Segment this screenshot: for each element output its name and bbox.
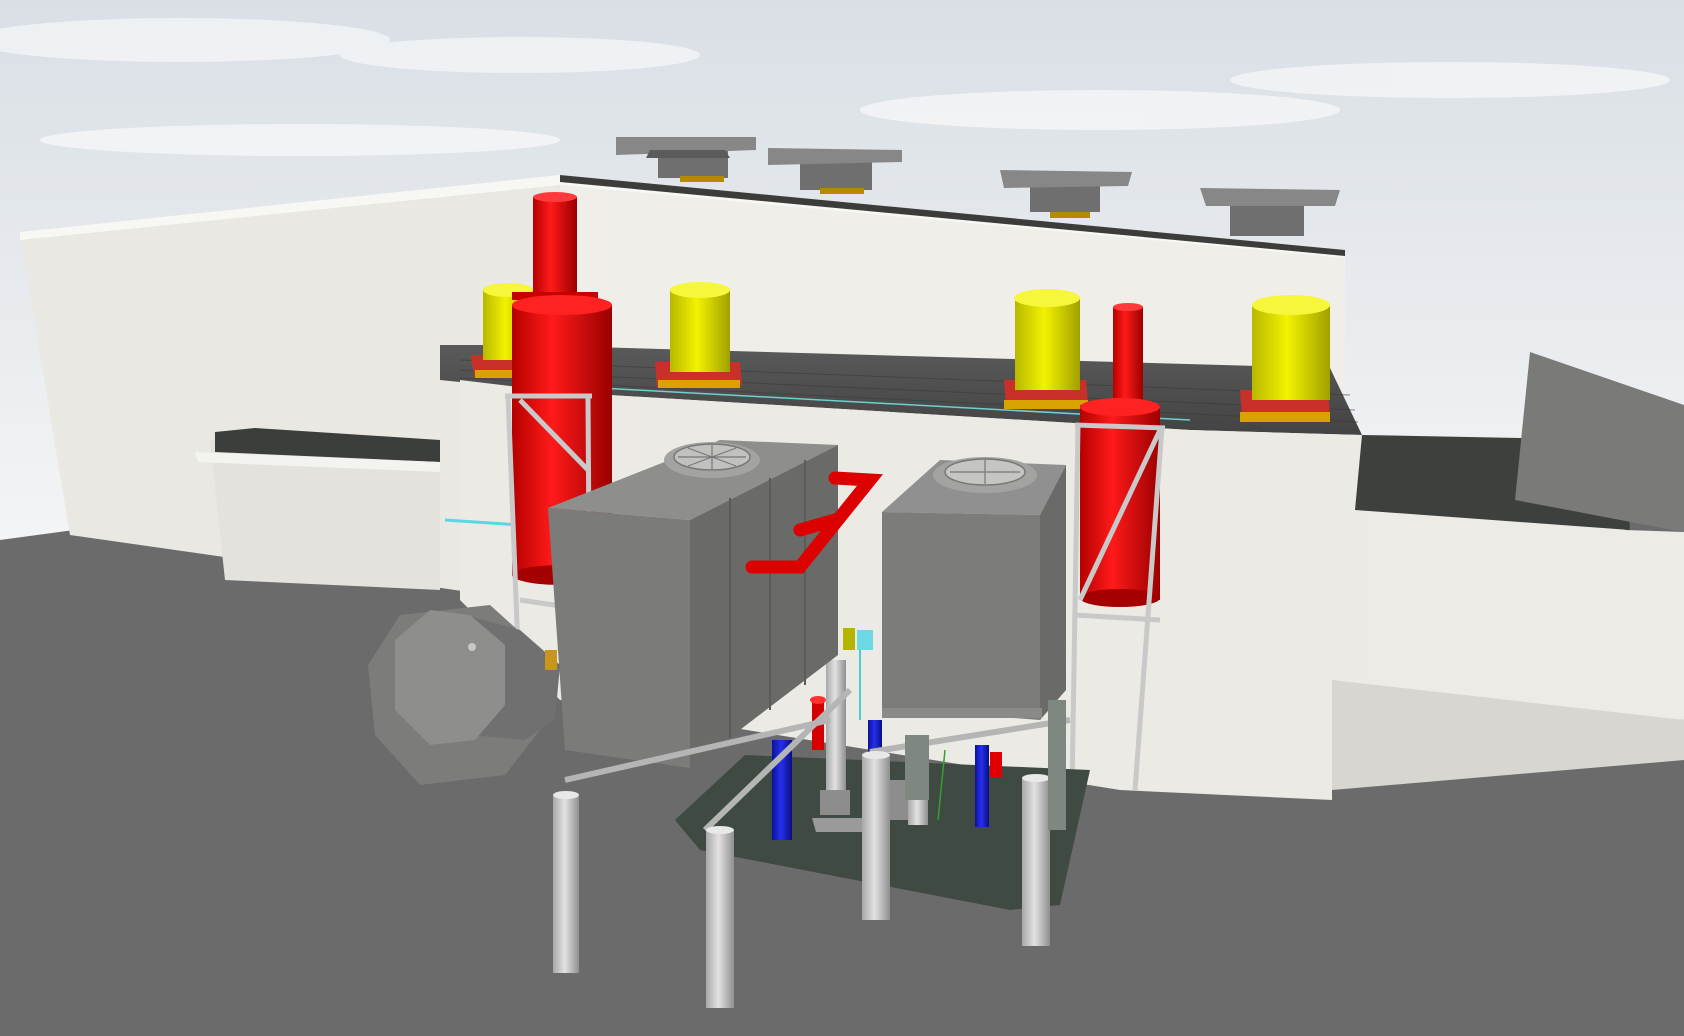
support-leg — [1022, 774, 1050, 946]
tower-right-front — [882, 512, 1040, 720]
3d-model-viewport[interactable] — [0, 0, 1684, 1036]
tower-left-front — [548, 508, 690, 768]
cooling-tower-right[interactable] — [882, 457, 1066, 720]
support-leg — [706, 826, 734, 1008]
support-leg — [553, 791, 579, 973]
building-mechanical-3d-scene[interactable] — [0, 0, 1684, 1036]
exhaust-fan-3[interactable] — [1004, 289, 1088, 409]
support-leg — [862, 751, 890, 920]
exhaust-fan-4[interactable] — [1240, 295, 1330, 422]
